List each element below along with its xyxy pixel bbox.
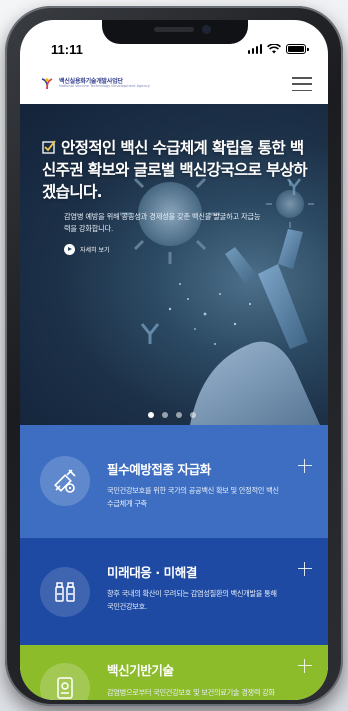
vials-icon xyxy=(40,567,90,617)
hero-description: 감염병 예방을 위해 공공성과 경제성을 갖춘 백신을 발굴하고 자급능력을 강… xyxy=(64,212,261,233)
card-description: 국민건강보호를 위한 국가의 공공백신 확보 및 안정적인 백신 수급체계 구축 xyxy=(107,486,279,508)
hamburger-menu-button[interactable] xyxy=(292,77,312,91)
sparkle-particles xyxy=(168,283,252,345)
phone-notch xyxy=(102,20,248,44)
feature-card-essential-vaccination[interactable]: 필수예방접종 자급화 국민건강보호를 위한 국가의 공공백신 확보 및 안정적인… xyxy=(20,425,328,538)
slider-dot[interactable] xyxy=(176,412,182,418)
phone-frame: 11:11 백신실용화기술개발사업단 National Vaccine Tech… xyxy=(5,6,343,706)
hero-title: 안정적인 백신 수급체계 확립을 통한 백신주권 확보와 글로벌 백신강국으로 … xyxy=(42,137,312,203)
play-arrow-icon xyxy=(64,244,75,255)
document-icon xyxy=(40,663,90,700)
logo-mark-icon xyxy=(41,78,53,90)
hero-banner[interactable]: 안정적인 백신 수급체계 확립을 통한 백신주권 확보와 글로벌 백신강국으로 … xyxy=(20,104,328,425)
site-header: 백신실용화기술개발사업단 National Vaccine Technology… xyxy=(20,64,328,104)
syringe-icon xyxy=(40,456,90,506)
card-title: 미래대응 · 미해결 xyxy=(107,565,197,580)
card-title: 필수예방접종 자급화 xyxy=(107,462,211,477)
slider-dot[interactable] xyxy=(148,412,154,418)
expand-plus-icon[interactable] xyxy=(298,459,312,473)
menu-line-icon xyxy=(292,89,312,91)
antibody-icon xyxy=(225,229,308,349)
signal-icon xyxy=(247,44,262,54)
logo-subtitle: National Vaccine Technology Development … xyxy=(59,84,151,89)
glove-hand-icon xyxy=(190,341,320,425)
battery-icon xyxy=(286,44,309,54)
expand-plus-icon[interactable] xyxy=(298,659,312,673)
slider-pagination xyxy=(148,412,196,418)
expand-plus-icon[interactable] xyxy=(298,562,312,576)
phone-screen: 11:11 백신실용화기술개발사업단 National Vaccine Tech… xyxy=(20,20,328,700)
more-button[interactable]: 자세히 보기 xyxy=(64,244,110,255)
status-icons xyxy=(247,44,309,54)
slider-dot[interactable] xyxy=(162,412,168,418)
menu-line-icon xyxy=(292,83,312,85)
checkbox-check-icon xyxy=(42,140,56,154)
feature-card-future-response[interactable]: 미래대응 · 미해결 향후 국내의 확산이 우려되는 감염성질환의 백신개발을 … xyxy=(20,538,328,645)
hero-title-text: 안정적인 백신 수급체계 확립을 통한 백신주권 확보와 글로벌 백신강국으로 … xyxy=(42,139,308,201)
site-logo[interactable]: 백신실용화기술개발사업단 National Vaccine Technology… xyxy=(40,77,150,91)
status-time: 11:11 xyxy=(51,42,83,57)
slider-dot[interactable] xyxy=(190,412,196,418)
card-title: 백신기반기술 xyxy=(107,663,174,678)
more-button-label: 자세히 보기 xyxy=(80,247,110,254)
card-description: 감염병으로부터 국민건강보호 및 보건의료기술 경쟁력 강화 xyxy=(107,688,275,697)
wifi-icon xyxy=(267,44,281,54)
card-description: 향후 국내의 확산이 우려되는 감염성질환의 백신개발을 통해 국민건강보호. xyxy=(107,589,277,611)
menu-line-icon xyxy=(292,77,312,79)
feature-card-vaccine-base-tech[interactable]: 백신기반기술 감염병으로부터 국민건강보호 및 보건의료기술 경쟁력 강화 xyxy=(20,645,328,700)
